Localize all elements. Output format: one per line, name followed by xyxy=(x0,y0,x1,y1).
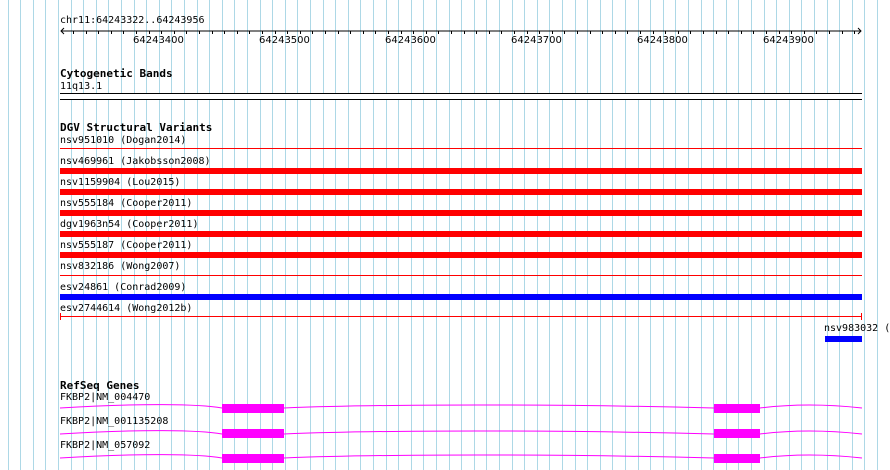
variant-feature[interactable] xyxy=(60,294,862,300)
variant-end-cap xyxy=(861,313,862,320)
variant-feature[interactable] xyxy=(60,231,862,237)
track-title-refseq-genes: RefSeq Genes xyxy=(60,379,140,392)
variant-label: esv2744614 (Wong2012b) xyxy=(60,303,193,314)
variant-label: nsv555184 (Cooper2011) xyxy=(60,198,193,209)
variant-feature[interactable] xyxy=(60,189,862,195)
variant-label-extra: nsv983032 ( xyxy=(824,323,890,334)
cytoband-feature[interactable] xyxy=(60,93,862,100)
variant-feature[interactable] xyxy=(60,275,862,276)
ruler-tick-label-1: 64243400 xyxy=(133,35,184,46)
ruler-tick-label-2: 64243500 xyxy=(259,35,310,46)
variant-feature[interactable] xyxy=(60,168,862,174)
variant-start-cap xyxy=(60,313,61,320)
ruler-tick-label-6: 64243900 xyxy=(763,35,814,46)
variant-label: esv24861 (Conrad2009) xyxy=(60,282,187,293)
variant-label: nsv469961 (Jakobsson2008) xyxy=(60,156,211,167)
variant-label: nsv555187 (Cooper2011) xyxy=(60,240,193,251)
ruler-tick-label-4: 64243700 xyxy=(511,35,562,46)
cytoband-label: 11q13.1 xyxy=(60,81,103,92)
variant-label: nsv1159904 (Lou2015) xyxy=(60,177,181,188)
genome-browser-view[interactable]: chr11:64243322..64243956 64243400 642435… xyxy=(0,0,890,470)
track-title-cytogenetic-bands: Cytogenetic Bands xyxy=(60,67,173,80)
variant-label: nsv832186 (Wong2007) xyxy=(60,261,181,272)
track-title-dgv-structural-variants: DGV Structural Variants xyxy=(60,121,213,134)
variant-feature[interactable] xyxy=(60,252,862,258)
gene-model[interactable] xyxy=(0,401,890,417)
variant-label: nsv951010 (Dogan2014) xyxy=(60,135,187,146)
variant-feature[interactable] xyxy=(60,316,862,317)
ruler-tick-label-5: 64243800 xyxy=(637,35,688,46)
variant-feature[interactable] xyxy=(60,148,862,149)
gene-model[interactable] xyxy=(0,451,890,467)
variant-feature-extra[interactable] xyxy=(825,336,862,342)
variant-feature[interactable] xyxy=(60,210,862,216)
ruler-tick-label-3: 64243600 xyxy=(385,35,436,46)
variant-label: dgv1963n54 (Cooper2011) xyxy=(60,219,199,230)
